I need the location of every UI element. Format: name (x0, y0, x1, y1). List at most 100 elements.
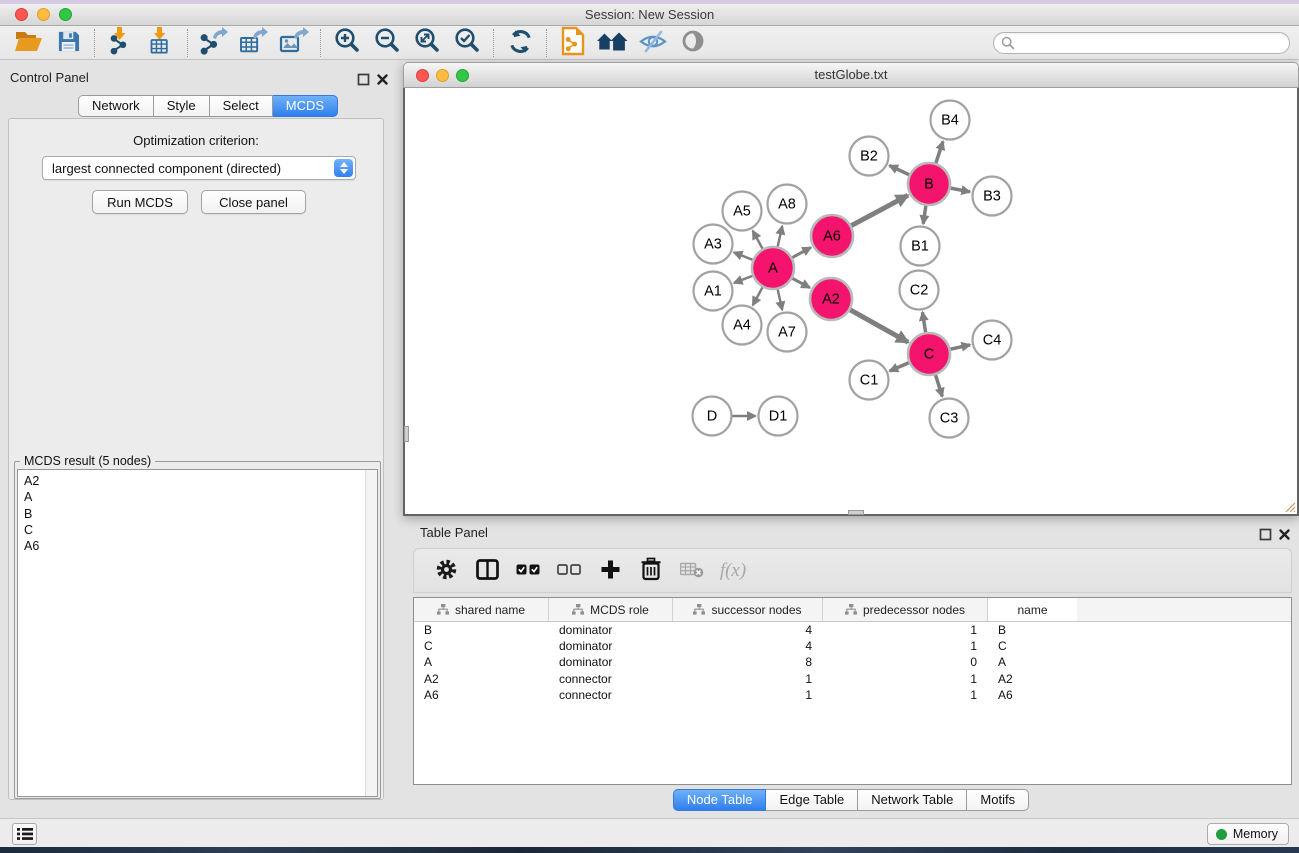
delete-table-button[interactable] (676, 554, 708, 588)
open-session-button[interactable] (8, 27, 48, 59)
tab-edge-table[interactable]: Edge Table (766, 789, 858, 811)
new-network-from-file-button[interactable] (553, 27, 593, 59)
edge-A6-B[interactable] (851, 195, 907, 225)
node-C2[interactable]: C2 (900, 271, 939, 310)
zoom-in-button[interactable] (327, 27, 367, 59)
node-D[interactable]: D (693, 397, 732, 436)
column-header-MCDS-role[interactable]: MCDS role (549, 598, 673, 621)
table-row[interactable]: Adominator80A (414, 654, 1291, 670)
tab-node-table[interactable]: Node Table (673, 789, 767, 811)
cell[interactable]: 1 (673, 671, 823, 687)
cell[interactable]: A (988, 654, 1077, 670)
tab-motifs[interactable]: Motifs (967, 789, 1029, 811)
save-session-button[interactable] (48, 27, 88, 59)
node-C4[interactable]: C4 (973, 321, 1012, 360)
node-A6[interactable]: A6 (811, 215, 853, 257)
cell[interactable]: 0 (823, 654, 988, 670)
mcds-result-list[interactable]: A2ABCA6 (17, 469, 378, 797)
unselect-all-columns-button[interactable] (553, 554, 585, 588)
network-graph[interactable]: AA1A2A3A4A5A6A7A8BB1B2B3B4CC1C2C3C4DD1 (405, 88, 1297, 512)
result-scrollbar[interactable] (365, 470, 377, 796)
node-C3[interactable]: C3 (930, 399, 969, 438)
float-table-panel-icon[interactable] (1259, 528, 1272, 541)
search-field[interactable] (993, 32, 1290, 54)
node-B1[interactable]: B1 (901, 227, 940, 266)
table-row[interactable]: A2connector11A2 (414, 671, 1291, 687)
table-row[interactable]: A6connector11A6 (414, 687, 1291, 703)
edge-A-A1[interactable] (734, 276, 752, 283)
column-header-shared-name[interactable]: shared name (414, 598, 549, 621)
float-panel-icon[interactable] (357, 73, 370, 86)
edge-A-A8[interactable] (778, 226, 782, 247)
vertical-scroll-thumb[interactable] (404, 426, 409, 442)
cell[interactable]: A2 (414, 671, 549, 687)
memory-button[interactable]: Memory (1207, 823, 1289, 845)
node-D1[interactable]: D1 (759, 397, 798, 436)
result-item[interactable]: B (18, 506, 377, 522)
net-close-icon[interactable] (416, 69, 429, 82)
node-A4[interactable]: A4 (723, 306, 762, 345)
edge-A-A7[interactable] (778, 289, 782, 310)
node-A[interactable]: A (752, 247, 794, 289)
zoom-fit-content-button[interactable] (407, 27, 447, 59)
cell[interactable]: 1 (823, 671, 988, 687)
cell[interactable]: C (414, 638, 549, 654)
resize-grip-icon[interactable] (1284, 501, 1296, 513)
node-C1[interactable]: C1 (850, 361, 889, 400)
node-B4[interactable]: B4 (931, 101, 970, 140)
hide-graphics-details-button[interactable] (633, 27, 673, 59)
result-item[interactable]: A2 (18, 470, 377, 489)
tab-network[interactable]: Network (78, 95, 154, 117)
export-image-button[interactable] (274, 27, 314, 59)
cell[interactable]: 4 (673, 638, 823, 654)
node-B2[interactable]: B2 (850, 137, 889, 176)
cell[interactable]: dominator (549, 622, 673, 638)
select-all-columns-button[interactable] (512, 554, 544, 588)
cell[interactable]: connector (549, 687, 673, 703)
criterion-dropdown[interactable]: largest connected component (directed) (42, 156, 356, 180)
close-panel-button[interactable]: Close panel (201, 190, 306, 214)
cell[interactable]: A (414, 654, 549, 670)
cell[interactable]: 8 (673, 654, 823, 670)
column-header-predecessor-nodes[interactable]: predecessor nodes (823, 598, 988, 621)
function-builder-button[interactable]: f(x) (717, 554, 749, 588)
cell[interactable]: 1 (823, 622, 988, 638)
export-network-button[interactable] (194, 27, 234, 59)
edge-C-C2[interactable] (922, 312, 925, 332)
node-table[interactable]: shared name MCDS role successor nodes pr… (413, 597, 1292, 785)
cell[interactable]: A6 (988, 687, 1077, 703)
tab-style[interactable]: Style (154, 95, 210, 117)
cell[interactable]: B (414, 622, 549, 638)
node-A2[interactable]: A2 (810, 278, 852, 320)
minimize-window-icon[interactable] (37, 8, 50, 21)
task-history-button[interactable] (12, 823, 37, 845)
cell[interactable]: dominator (549, 654, 673, 670)
node-B3[interactable]: B3 (973, 177, 1012, 216)
cell[interactable]: A2 (988, 671, 1077, 687)
horizontal-scroll-thumb[interactable] (848, 510, 864, 515)
import-network-from-file-button[interactable] (101, 27, 141, 59)
cell[interactable]: 1 (673, 687, 823, 703)
close-table-panel-icon[interactable] (1278, 528, 1291, 541)
zoom-selected-region-button[interactable] (447, 27, 487, 59)
result-item[interactable]: C (18, 522, 377, 538)
first-neighbors-button[interactable] (593, 27, 633, 59)
tab-select[interactable]: Select (210, 95, 273, 117)
edge-B-B4[interactable] (936, 141, 943, 163)
network-canvas[interactable]: AA1A2A3A4A5A6A7A8BB1B2B3B4CC1C2C3C4DD1 (403, 88, 1299, 516)
edge-C-C4[interactable] (950, 345, 970, 349)
search-input[interactable] (1015, 35, 1289, 51)
split-panel-button[interactable] (471, 554, 503, 588)
net-minimize-icon[interactable] (436, 69, 449, 82)
cell[interactable]: C (988, 638, 1077, 654)
table-settings-gear-button[interactable] (430, 554, 462, 588)
node-A1[interactable]: A1 (694, 272, 733, 311)
result-item[interactable]: A6 (18, 538, 377, 554)
apply-preferred-layout-button[interactable] (500, 27, 540, 59)
create-new-column-button[interactable] (594, 554, 626, 588)
node-A8[interactable]: A8 (768, 185, 807, 224)
cell[interactable]: B (988, 622, 1077, 638)
column-header-name[interactable]: name (988, 598, 1077, 621)
tab-network-table[interactable]: Network Table (858, 789, 967, 811)
column-header-successor-nodes[interactable]: successor nodes (673, 598, 823, 621)
